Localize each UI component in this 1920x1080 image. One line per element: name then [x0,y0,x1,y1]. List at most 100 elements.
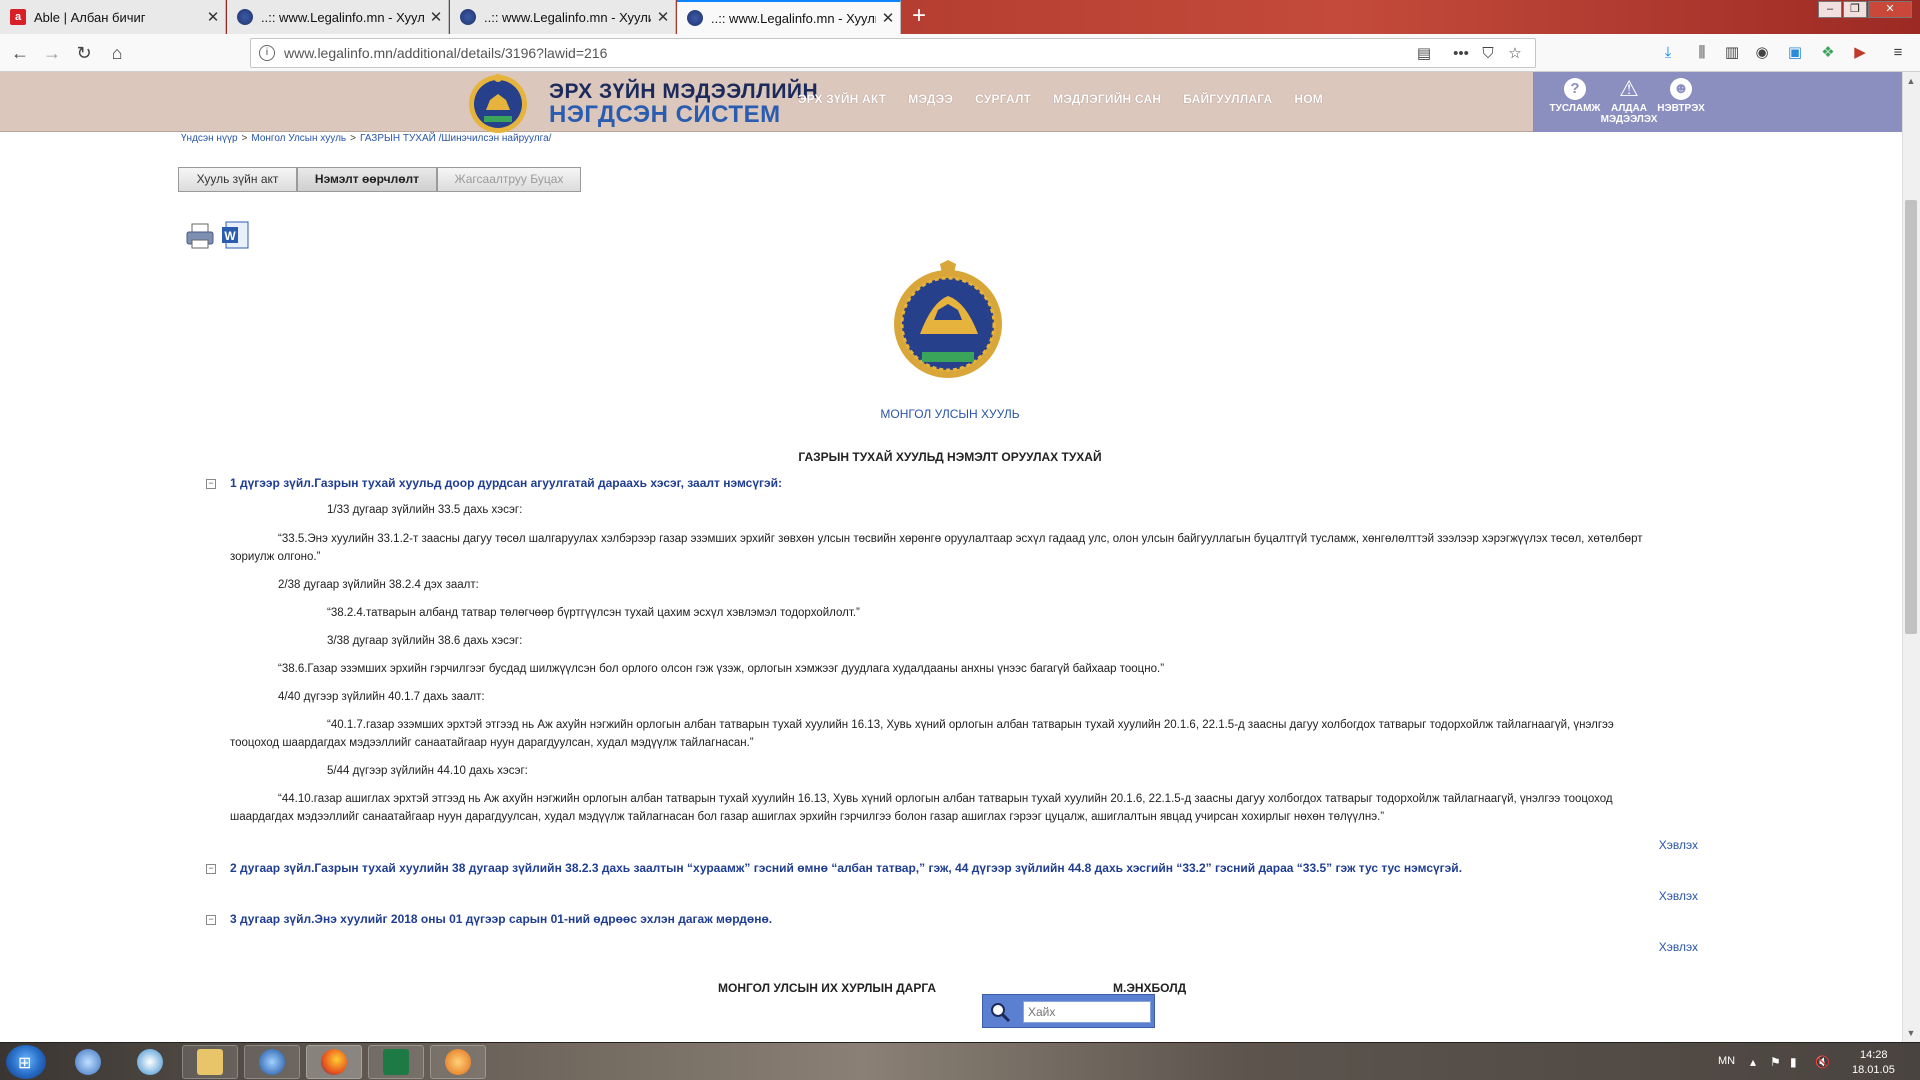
nav-legal-acts[interactable]: ЭРХ ЗҮЙН АКТ [798,92,886,106]
site-info-icon[interactable]: i [259,45,275,61]
article-1-text-1a: “33.5.Энэ хуулийн 33.1.2-т заасны дагуу … [278,533,1643,545]
site-tools-panel: ? ТУСЛАМЖ ⚠ АЛДАА МЭДЭЭЛЭХ ☻ НЭВТРЭХ [1533,72,1902,132]
article-2-heading: 2 дугаар зүйл.Газрын тухай хуулийн 38 ду… [230,861,1463,875]
tab-title: ..:: www.Legalinfo.mn - Хуулий [261,9,424,25]
screenshot-extension-icon[interactable]: ▣ [1785,43,1805,63]
article-1-text-2: “38.2.4.татварын албанд татвар төлөгчөөр… [327,607,860,619]
help-button[interactable]: ? ТУСЛАМЖ [1545,78,1605,114]
law-title: ГАЗРЫН ТУХАЙ ХУУЛЬД НЭМЭЛТ ОРУУЛАХ ТУХАЙ [798,450,1102,464]
taskbar-file-explorer[interactable] [182,1045,238,1079]
breadcrumb-separator: > [350,133,356,144]
search-input[interactable] [1023,1001,1151,1023]
taskbar-app-flame[interactable] [430,1045,486,1079]
nav-training[interactable]: СУРГАЛТ [975,92,1031,106]
article-1-text-4a: “40.1.7.газар эзэмших эрхтэй этгээд нь А… [327,719,1614,731]
login-button[interactable]: ☻ НЭВТРЭХ [1651,78,1711,114]
downloads-icon[interactable]: ⤓ [1658,43,1678,63]
site-title-line2[interactable]: НЭГДСЭН СИСТЕМ [549,101,781,129]
page-actions-icon[interactable]: ••• [1451,44,1471,64]
close-tab-icon[interactable]: ✕ [201,8,225,26]
hamburger-menu-icon[interactable]: ≡ [1888,43,1908,63]
nav-news[interactable]: МЭДЭЭ [908,92,953,106]
collapse-article-1-icon[interactable]: − [206,479,216,489]
tab-title: Able | Албан бичиг [34,9,146,25]
browser-tab-able[interactable]: a Able | Албан бичиг ✕ [0,0,226,34]
volume-muted-icon[interactable]: 🔇 [1815,1055,1830,1069]
mongolia-emblem-logo[interactable] [466,72,530,136]
pocket-icon[interactable]: ⛉ [1478,44,1498,64]
nav-books[interactable]: НОМ [1294,92,1323,106]
excel-icon [383,1049,409,1075]
taskbar-app-1[interactable] [60,1045,116,1079]
home-icon[interactable]: ⌂ [105,41,129,65]
article-3-print-link[interactable]: Хэвлэх [1659,940,1698,954]
article-1-clause-3: 3/38 дугаар зүйлийн 38.6 дахь хэсэг: [327,635,523,647]
scroll-down-icon[interactable]: ▼ [1905,1028,1917,1040]
browser-tab-legalinfo-2[interactable]: ..:: www.Legalinfo.mn - Хуулий ✕ [450,0,676,34]
law-act-button[interactable]: Хууль зүйн акт [178,167,297,192]
scroll-up-icon[interactable]: ▲ [1905,76,1917,88]
extension-icon[interactable]: ◉ [1752,43,1772,63]
browser-tab-legalinfo-1[interactable]: ..:: www.Legalinfo.mn - Хуулий ✕ [227,0,449,34]
app-icon [75,1049,101,1075]
amendment-button[interactable]: Нэмэлт өөрчлөлт [297,167,437,192]
start-button[interactable]: ⊞ [6,1045,46,1079]
firefox-icon [321,1049,347,1075]
breadcrumb-home[interactable]: Үндсэн нүүр [181,133,238,144]
report-error-button[interactable]: ⚠ АЛДАА МЭДЭЭЛЭХ [1599,78,1659,126]
new-tab-button[interactable]: + [904,2,934,32]
forward-arrow-icon[interactable]: → [40,41,64,65]
article-1-text-4b: тооцоход шаардагдах мэдээллийг санаатайг… [230,737,754,749]
tab-title: ..:: www.Legalinfo.mn - Хуулий [711,10,876,26]
taskbar-excel[interactable] [368,1045,424,1079]
evernote-extension-icon[interactable]: ❖ [1818,43,1838,63]
maximize-window-button[interactable]: ❐ [1843,1,1867,18]
reload-icon[interactable]: ↻ [72,41,96,65]
back-arrow-icon[interactable]: ← [8,41,32,65]
word-document-icon[interactable]: W [220,219,252,251]
breadcrumb-separator: > [241,133,248,144]
network-icon[interactable]: ▮ [1790,1055,1797,1069]
tab-title: ..:: www.Legalinfo.mn - Хуулий [484,9,651,25]
url-text[interactable]: www.legalinfo.mn/additional/details/3196… [284,45,607,61]
article-1-text-1b: зориулж олгоно.” [230,551,321,563]
collapse-article-2-icon[interactable]: − [206,864,216,874]
taskbar-google-earth[interactable] [244,1045,300,1079]
mongolia-emblem-icon [687,10,703,26]
youtube-extension-icon[interactable]: ▶ [1850,43,1870,63]
search-icon[interactable] [989,1001,1011,1023]
bookmark-star-icon[interactable]: ☆ [1505,44,1525,64]
clock-date[interactable]: 18.01.05 [1852,1064,1895,1076]
close-tab-icon[interactable]: ✕ [651,8,675,26]
help-label: ТУСЛАМЖ [1549,103,1601,114]
action-center-flag-icon[interactable]: ⚑ [1770,1055,1781,1069]
printer-icon[interactable] [185,222,215,250]
windows-logo-icon: ⊞ [18,1055,32,1072]
taskbar-firefox[interactable] [306,1045,362,1079]
sidebar-icon[interactable]: ▥ [1722,43,1742,63]
breadcrumb-laws[interactable]: Монгол Улсын хууль [251,133,346,144]
back-to-list-button[interactable]: Жагсаалтруу Буцах [437,167,581,192]
taskbar-app-search[interactable] [122,1045,178,1079]
nav-organizations[interactable]: БАЙГУУЛЛАГА [1183,92,1272,106]
clock-time[interactable]: 14:28 [1860,1049,1888,1061]
minimize-window-button[interactable]: – [1818,1,1842,18]
input-language-indicator[interactable]: MN [1718,1055,1735,1067]
library-icon[interactable]: ⫼ [1692,43,1712,63]
nav-knowledge-base[interactable]: МЭДЛЭГИЙН САН [1053,92,1161,106]
windows-taskbar: ⊞ MN ▴ ⚑ ▮ 🔇 14:28 18.01.05 [0,1042,1920,1080]
reader-view-icon[interactable]: ▤ [1414,44,1434,64]
url-bar[interactable]: i www.legalinfo.mn/additional/details/31… [250,38,1536,68]
article-2-print-link[interactable]: Хэвлэх [1659,889,1698,903]
browser-tab-legalinfo-active[interactable]: ..:: www.Legalinfo.mn - Хуулий ✕ [677,0,901,34]
close-window-button[interactable]: ✕ [1868,1,1912,18]
close-tab-icon[interactable]: ✕ [876,9,900,27]
collapse-article-3-icon[interactable]: − [206,915,216,925]
breadcrumb-current[interactable]: ГАЗРЫН ТУХАЙ /Шинэчилсэн найруулга/ [360,133,551,144]
close-tab-icon[interactable]: ✕ [424,8,448,26]
breadcrumb: Үндсэн нүүр > Монгол Улсын хууль > ГАЗРЫ… [181,133,551,144]
question-icon: ? [1564,78,1586,100]
article-1-print-link[interactable]: Хэвлэх [1659,838,1698,852]
scrollbar-thumb[interactable] [1905,200,1917,634]
show-hidden-icons[interactable]: ▴ [1750,1055,1756,1069]
